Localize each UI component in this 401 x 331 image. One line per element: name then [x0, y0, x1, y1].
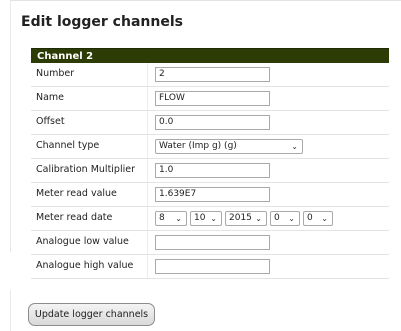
row-analogue-high-value: Analogue high value — [31, 255, 389, 279]
analogue-low-value-label: Analogue low value — [36, 236, 129, 247]
row-number: Number 2 — [31, 63, 389, 87]
edit-logger-channels-page: Edit logger channels Channel 2 Number 2 … — [0, 0, 401, 331]
month-value: 10 — [194, 213, 206, 223]
chevron-down-icon: ⌄ — [255, 214, 262, 223]
name-field[interactable]: FLOW — [155, 91, 270, 106]
channel-type-select[interactable]: Water (Imp g) (g) ⌄ — [155, 139, 303, 154]
channel-type-value: Water (Imp g) (g) — [159, 141, 237, 151]
meter-read-date-label: Meter read date — [36, 212, 113, 223]
offset-label: Offset — [36, 116, 65, 127]
column-divider — [147, 63, 148, 86]
day-value: 8 — [159, 213, 165, 223]
hour-value: 0 — [274, 213, 280, 223]
update-logger-channels-button[interactable]: Update logger channels — [28, 303, 155, 326]
row-meter-read-value: Meter read value 1.639E7 — [31, 183, 389, 207]
row-name: Name FLOW — [31, 87, 389, 111]
offset-field[interactable]: 0.0 — [155, 115, 270, 130]
month-select[interactable]: 10 ⌄ — [190, 211, 222, 226]
chevron-down-icon: ⌄ — [291, 142, 298, 151]
row-offset: Offset 0.0 — [31, 111, 389, 135]
meter-read-value-label: Meter read value — [36, 188, 117, 199]
chevron-down-icon: ⌄ — [175, 214, 182, 223]
year-value: 2015 — [229, 213, 252, 223]
channel-type-label: Channel type — [36, 140, 100, 151]
chevron-down-icon: ⌄ — [321, 214, 328, 223]
hour-select[interactable]: 0 ⌄ — [270, 211, 300, 226]
day-select[interactable]: 8 ⌄ — [155, 211, 187, 226]
calibration-multiplier-label: Calibration Multiplier — [36, 164, 135, 175]
chevron-down-icon: ⌄ — [210, 214, 217, 223]
row-channel-type: Channel type Water (Imp g) (g) ⌄ — [31, 135, 389, 159]
row-analogue-low-value: Analogue low value — [31, 231, 389, 255]
row-meter-read-date: Meter read date 8 ⌄ 10 ⌄ 2015 ⌄ 0 ⌄ 0 ⌄ — [31, 207, 389, 231]
minute-select[interactable]: 0 ⌄ — [303, 211, 333, 226]
column-divider — [147, 183, 148, 206]
analogue-high-value-field[interactable] — [155, 259, 270, 274]
column-divider — [147, 135, 148, 158]
left-divider — [10, 0, 11, 252]
row-calibration-multiplier: Calibration Multiplier 1.0 — [31, 159, 389, 183]
channel-header: Channel 2 — [31, 48, 389, 63]
analogue-low-value-field[interactable] — [155, 235, 270, 250]
number-field[interactable]: 2 — [155, 67, 270, 82]
column-divider — [147, 231, 148, 254]
minute-value: 0 — [307, 213, 313, 223]
year-select[interactable]: 2015 ⌄ — [225, 211, 267, 226]
column-divider — [147, 207, 148, 230]
column-divider — [147, 159, 148, 182]
chevron-down-icon: ⌄ — [288, 214, 295, 223]
analogue-high-value-label: Analogue high value — [36, 260, 134, 271]
page-title: Edit logger channels — [21, 14, 183, 30]
calibration-multiplier-field[interactable]: 1.0 — [155, 163, 270, 178]
left-divider-lower — [10, 290, 11, 331]
column-divider — [147, 87, 148, 110]
column-divider — [147, 255, 148, 278]
channel-panel: Channel 2 Number 2 Name FLOW Offset 0.0 … — [31, 48, 389, 284]
channel-header-label: Channel 2 — [37, 51, 94, 62]
meter-read-value-field[interactable]: 1.639E7 — [155, 187, 270, 202]
top-divider — [10, 0, 401, 1]
number-label: Number — [36, 68, 75, 79]
name-label: Name — [36, 92, 65, 103]
column-divider — [147, 111, 148, 134]
